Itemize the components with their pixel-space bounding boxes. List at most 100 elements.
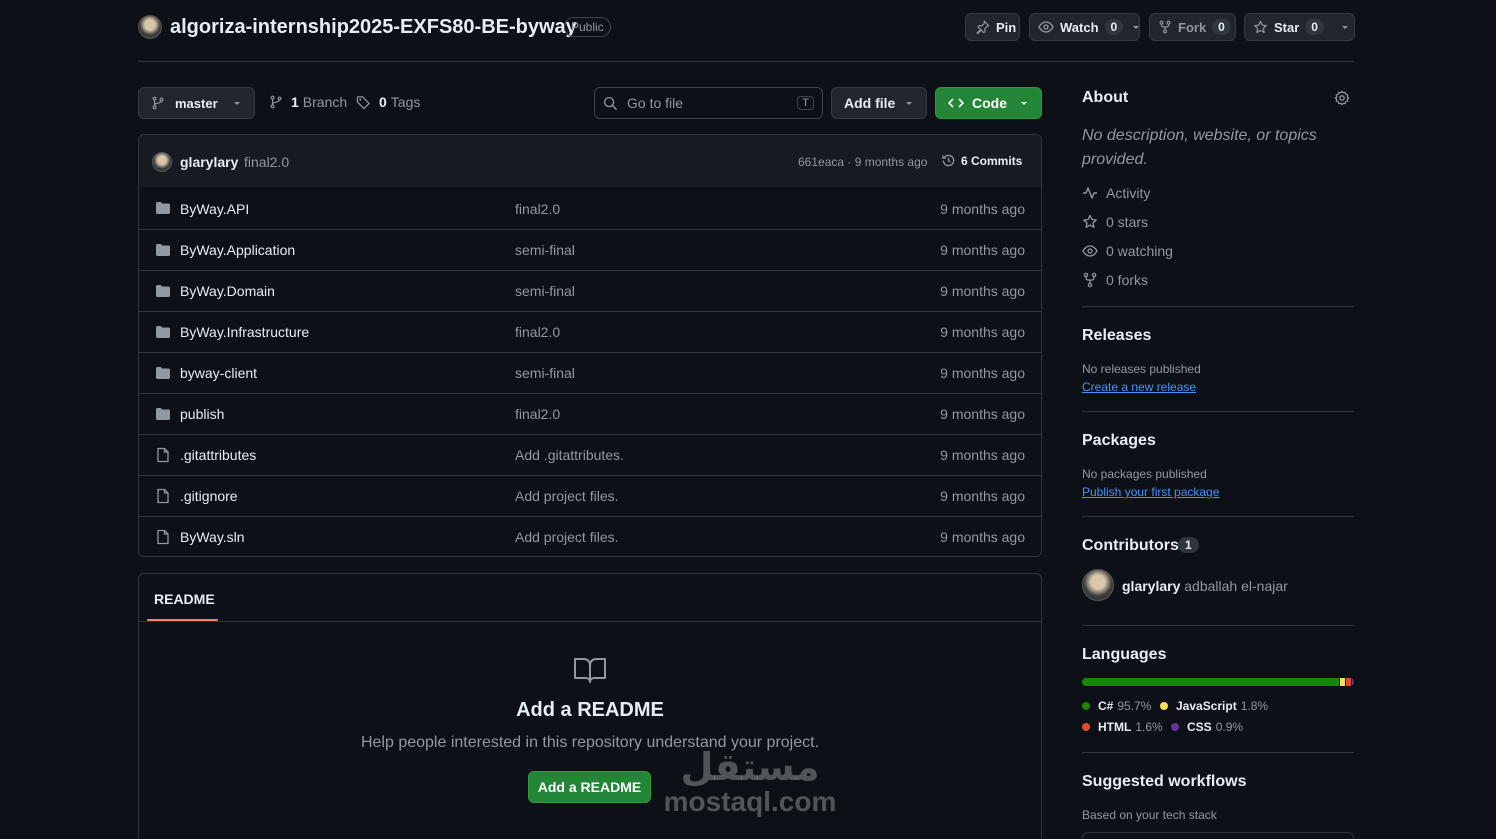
avatar[interactable]: [152, 152, 172, 172]
releases-note: No releases published: [1082, 362, 1201, 376]
file-commit-message[interactable]: Add project files.: [515, 529, 619, 545]
file-name[interactable]: .gitattributes: [180, 447, 256, 463]
file-row[interactable]: byway-client semi-final 9 months ago: [139, 352, 1041, 393]
languages-heading: Languages: [1082, 646, 1167, 663]
language-name: C#: [1098, 699, 1114, 713]
forks-label: 0 forks: [1106, 272, 1149, 288]
go-to-file-input[interactable]: Go to file T: [594, 87, 823, 119]
file-name[interactable]: byway-client: [180, 365, 257, 381]
file-commit-message[interactable]: semi-final: [515, 365, 575, 381]
tag-count: 0: [379, 94, 387, 110]
file-row[interactable]: ByWay.Domain semi-final 9 months ago: [139, 270, 1041, 311]
language-item[interactable]: JavaScript 1.8%: [1160, 699, 1268, 713]
workflow-card[interactable]: [1082, 832, 1354, 839]
readme-description: Help people interested in this repositor…: [360, 734, 820, 751]
language-item[interactable]: C# 95.7%: [1082, 699, 1151, 713]
file-age: 9 months ago: [940, 283, 1025, 299]
readme-tab[interactable]: README: [154, 591, 215, 607]
file-name[interactable]: ByWay.sln: [180, 529, 245, 545]
file-commit-message[interactable]: semi-final: [515, 242, 575, 258]
file-commit-message[interactable]: final2.0: [515, 324, 560, 340]
eye-icon: [1082, 243, 1098, 259]
commit-author[interactable]: glarylary: [180, 154, 238, 170]
contributor-fullname: adballah el-najar: [1184, 578, 1288, 594]
branch-icon: [269, 95, 283, 109]
gear-icon[interactable]: [1334, 90, 1350, 106]
watching-link[interactable]: 0 watching: [1082, 243, 1173, 259]
chevron-down-icon: [904, 98, 914, 108]
chevron-down-icon: [232, 98, 242, 108]
language-dot: [1171, 723, 1179, 731]
star-button[interactable]: Star 0: [1244, 13, 1355, 41]
file-row[interactable]: ByWay.API final2.0 9 months ago: [139, 188, 1041, 229]
stars-link[interactable]: 0 stars: [1082, 214, 1148, 230]
repo-name[interactable]: algoriza-internship2025-EXFS80-BE-byway: [170, 16, 577, 39]
file-row[interactable]: .gitattributes Add .gitattributes. 9 month…: [139, 434, 1041, 475]
contributors-heading[interactable]: Contributors: [1082, 537, 1179, 555]
header-divider: [138, 61, 1354, 62]
activity-link[interactable]: Activity: [1082, 185, 1150, 201]
commit-hash-age[interactable]: 661eaca · 9 months ago: [798, 155, 927, 169]
file-row[interactable]: .gitignore Add project files. 9 months ago: [139, 475, 1041, 516]
create-release-link[interactable]: Create a new release: [1082, 380, 1196, 394]
file-name[interactable]: publish: [180, 406, 224, 422]
shortcut-key: T: [797, 96, 814, 110]
watermark-arabic: مستقل: [680, 745, 820, 789]
file-commit-message[interactable]: Add .gitattributes.: [515, 447, 624, 463]
forks-link[interactable]: 0 forks: [1082, 272, 1148, 288]
file-icon: [155, 529, 171, 545]
folder-icon: [155, 200, 171, 216]
search-placeholder: Go to file: [627, 95, 684, 111]
language-name: CSS: [1187, 720, 1212, 734]
star-count: 0: [1305, 19, 1324, 35]
folder-icon: [155, 242, 171, 258]
latest-commit-bar: glarylary final2.0 661eaca · 9 months ag…: [139, 135, 1041, 187]
pin-button[interactable]: Pin: [965, 13, 1020, 41]
file-commit-message[interactable]: final2.0: [515, 406, 560, 422]
chevron-down-icon[interactable]: [1340, 22, 1350, 32]
language-percent: 95.7%: [1117, 699, 1152, 713]
file-row[interactable]: ByWay.Application semi-final 9 months ago: [139, 229, 1041, 270]
folder-icon: [155, 324, 171, 340]
watch-button[interactable]: Watch 0: [1029, 13, 1140, 41]
code-button[interactable]: Code: [935, 87, 1042, 119]
branch-selector[interactable]: master: [138, 87, 255, 119]
file-commit-message[interactable]: Add project files.: [515, 488, 619, 504]
file-name[interactable]: ByWay.Infrastructure: [180, 324, 309, 340]
packages-heading[interactable]: Packages: [1082, 432, 1156, 450]
sidebar-divider: [1082, 306, 1354, 307]
sidebar-divider: [1082, 516, 1354, 517]
file-name[interactable]: ByWay.API: [180, 201, 249, 217]
publish-package-link[interactable]: Publish your first package: [1082, 485, 1219, 499]
chevron-down-icon[interactable]: [1131, 22, 1141, 32]
releases-heading[interactable]: Releases: [1082, 327, 1151, 345]
language-item[interactable]: CSS 0.9%: [1171, 720, 1243, 734]
file-name[interactable]: ByWay.Application: [180, 242, 295, 258]
file-row[interactable]: ByWay.sln Add project files. 9 months ago: [139, 516, 1041, 557]
repo-avatar[interactable]: [138, 15, 162, 39]
contributor-avatar[interactable]: [1082, 569, 1114, 601]
file-commit-message[interactable]: semi-final: [515, 283, 575, 299]
tags-link[interactable]: 0 Tags: [356, 94, 420, 110]
file-age: 9 months ago: [940, 447, 1025, 463]
file-row[interactable]: ByWay.Infrastructure final2.0 9 months ago: [139, 311, 1041, 352]
sidebar-divider: [1082, 625, 1354, 626]
file-commit-message[interactable]: final2.0: [515, 201, 560, 217]
chevron-down-icon: [1019, 98, 1029, 108]
file-row[interactable]: publish final2.0 9 months ago: [139, 393, 1041, 434]
watermark-latin: mostaql.com: [663, 786, 837, 817]
contributor-name[interactable]: glarylary adballah el-najar: [1122, 578, 1288, 594]
commit-message[interactable]: final2.0: [244, 154, 289, 170]
pulse-icon: [1082, 185, 1098, 201]
file-name[interactable]: ByWay.Domain: [180, 283, 275, 299]
language-item[interactable]: HTML 1.6%: [1082, 720, 1163, 734]
add-file-button[interactable]: Add file: [831, 87, 927, 119]
fork-button[interactable]: Fork 0: [1149, 13, 1236, 41]
search-icon: [603, 96, 618, 111]
file-name[interactable]: .gitignore: [180, 488, 238, 504]
language-bar-segment: [1346, 678, 1351, 686]
branches-link[interactable]: 1 Branch: [269, 94, 347, 110]
add-readme-button[interactable]: Add a README: [528, 771, 651, 803]
commits-link[interactable]: 6 Commits: [941, 153, 1022, 168]
stars-label: 0 stars: [1106, 214, 1149, 230]
